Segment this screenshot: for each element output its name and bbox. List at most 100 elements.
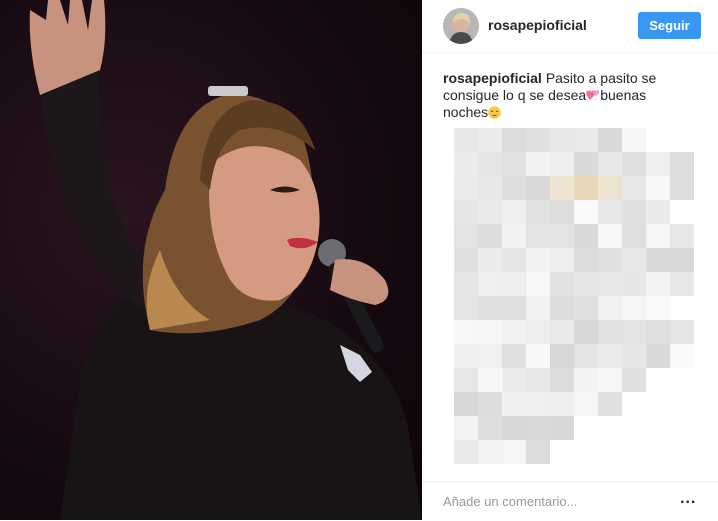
obscured-pixel [454, 152, 478, 176]
obscured-pixel [454, 392, 478, 416]
obscured-pixel [478, 296, 502, 320]
obscured-pixel [454, 248, 478, 272]
obscured-pixel [646, 320, 670, 344]
obscured-pixel [598, 224, 622, 248]
obscured-pixel [526, 344, 550, 368]
obscured-pixel [454, 128, 478, 152]
obscured-pixel [526, 368, 550, 392]
obscured-pixel [478, 416, 502, 440]
obscured-pixel [646, 344, 670, 368]
obscured-pixel [478, 272, 502, 296]
obscured-pixel [550, 392, 574, 416]
obscured-pixel [502, 368, 526, 392]
obscured-pixel [598, 296, 622, 320]
avatar[interactable] [443, 8, 479, 44]
follow-button[interactable]: Seguir [638, 12, 701, 39]
obscured-pixel [670, 224, 694, 248]
obscured-pixel [478, 224, 502, 248]
obscured-pixel [478, 176, 502, 200]
comment-input[interactable] [443, 494, 663, 509]
obscured-pixel [550, 128, 574, 152]
obscured-pixel [502, 320, 526, 344]
obscured-pixel [526, 440, 550, 464]
obscured-pixel [550, 368, 574, 392]
obscured-pixel [646, 248, 670, 272]
obscured-pixel [502, 272, 526, 296]
obscured-pixel [526, 200, 550, 224]
obscured-pixel [550, 296, 574, 320]
obscured-pixel [646, 200, 670, 224]
obscured-pixel [574, 200, 598, 224]
header-username[interactable]: rosapepioficial [488, 17, 587, 33]
obscured-pixel [598, 320, 622, 344]
obscured-pixel [550, 224, 574, 248]
obscured-pixel [670, 344, 694, 368]
obscured-pixel [454, 368, 478, 392]
obscured-pixel [598, 176, 622, 200]
obscured-pixel [550, 344, 574, 368]
obscured-pixel [502, 296, 526, 320]
obscured-pixel [622, 200, 646, 224]
obscured-pixel [502, 128, 526, 152]
caption-username[interactable]: rosapepioficial [443, 70, 542, 86]
obscured-pixel [598, 200, 622, 224]
obscured-pixel [502, 344, 526, 368]
obscured-pixel [478, 392, 502, 416]
relieved-face-icon [488, 106, 501, 119]
obscured-pixel [454, 416, 478, 440]
obscured-pixel [526, 224, 550, 248]
obscured-pixel [574, 248, 598, 272]
obscured-pixel [478, 344, 502, 368]
obscured-pixel [454, 224, 478, 248]
obscured-pixel [502, 416, 526, 440]
obscured-pixel [478, 248, 502, 272]
obscured-pixel [598, 368, 622, 392]
obscured-pixel [622, 272, 646, 296]
obscured-pixel [526, 152, 550, 176]
obscured-pixel [622, 344, 646, 368]
post-sidebar: rosapepioficial Seguir rosapepioficial Pa… [422, 0, 718, 520]
obscured-pixel [646, 176, 670, 200]
obscured-pixel [670, 176, 694, 200]
obscured-pixel [454, 296, 478, 320]
obscured-pixel [574, 128, 598, 152]
obscured-pixel [478, 200, 502, 224]
obscured-pixel [598, 248, 622, 272]
more-options-icon[interactable]: ... [680, 490, 696, 508]
obscured-pixel [622, 368, 646, 392]
obscured-pixel [670, 248, 694, 272]
obscured-pixel [622, 248, 646, 272]
obscured-pixel [622, 176, 646, 200]
obscured-pixel [454, 176, 478, 200]
obscured-pixel [574, 392, 598, 416]
obscured-pixel [502, 224, 526, 248]
post-header: rosapepioficial Seguir [422, 0, 718, 53]
obscured-pixel [454, 200, 478, 224]
obscured-pixel [574, 272, 598, 296]
obscured-pixel [622, 128, 646, 152]
singer-photo-illustration [29, 0, 422, 520]
obscured-pixel [502, 200, 526, 224]
obscured-pixel [550, 416, 574, 440]
obscured-pixel [526, 416, 550, 440]
obscured-pixel [598, 392, 622, 416]
obscured-pixel [550, 200, 574, 224]
obscured-pixel [598, 152, 622, 176]
obscured-pixel [550, 248, 574, 272]
obscured-pixel [646, 224, 670, 248]
post-photo[interactable] [0, 0, 422, 520]
obscured-pixel [526, 320, 550, 344]
obscured-pixel [574, 176, 598, 200]
obscured-pixel [646, 296, 670, 320]
obscured-pixel [526, 272, 550, 296]
obscured-pixel [574, 344, 598, 368]
obscured-pixel [550, 176, 574, 200]
obscured-pixel [478, 320, 502, 344]
obscured-pixel [550, 272, 574, 296]
obscured-pixel [502, 176, 526, 200]
obscured-pixel [526, 392, 550, 416]
obscured-pixel [502, 440, 526, 464]
obscured-pixel [670, 272, 694, 296]
obscured-pixel [526, 296, 550, 320]
obscured-pixel [670, 152, 694, 176]
